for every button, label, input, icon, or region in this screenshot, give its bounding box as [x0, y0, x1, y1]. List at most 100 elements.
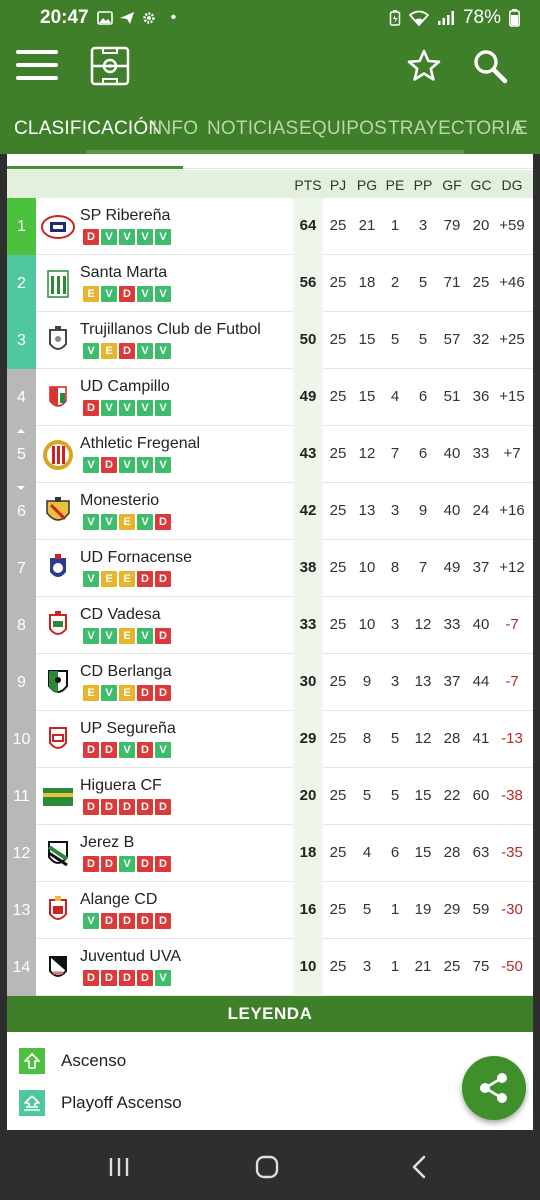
cell-pe: 7: [390, 445, 400, 462]
form-result: D: [83, 970, 99, 986]
form-result: V: [101, 628, 117, 644]
table-row[interactable]: 2 Santa Marta E V D V V 56 25 18 2 5 71 25 +46: [7, 255, 533, 312]
position-badge: 6: [7, 483, 36, 540]
menu-button[interactable]: [16, 50, 58, 82]
team-name[interactable]: CD Vadesa: [80, 606, 161, 624]
form-result: V: [119, 856, 135, 872]
form-result: D: [155, 856, 171, 872]
send-icon: [119, 12, 134, 24]
table-row[interactable]: 3 Trujillanos Club de Futbol V E D V V 50 25 15 5 5…: [7, 312, 533, 369]
team-crest-icon: [49, 896, 67, 920]
table-row[interactable]: 10 UP Segureña D D V D V 29 25 8 5 12 28 41 -13: [7, 711, 533, 768]
table-row[interactable]: 6 Monesterio V V E V D 42 25 13 3 9 40 24 +16: [7, 483, 533, 540]
cell-pe: 5: [390, 730, 400, 747]
column-header-pe[interactable]: PE: [380, 177, 410, 193]
recent-form: EVDVV: [83, 286, 171, 302]
form-result: D: [155, 913, 171, 929]
table-row[interactable]: 7 UD Fornacense V E E D D 38 25 10 8 7 49 37 +12: [7, 540, 533, 597]
team-name[interactable]: UD Campillo: [80, 378, 170, 396]
table-row[interactable]: 12 Jerez B D D V D D 18 25 4 6 15 28 63 -35: [7, 825, 533, 882]
form-result: E: [119, 571, 135, 587]
cell-pe: 4: [390, 388, 400, 405]
team-name[interactable]: Higuera CF: [80, 777, 162, 795]
recent-form: DDDDV: [83, 970, 171, 986]
cell-pts: 33: [299, 616, 317, 633]
cell-pp: 12: [414, 616, 432, 633]
team-crest-icon: [46, 497, 70, 521]
form-result: D: [119, 286, 135, 302]
cell-pj: 25: [329, 388, 347, 405]
hamburger-icon: [16, 50, 58, 54]
team-name[interactable]: Trujillanos Club de Futbol: [80, 321, 261, 339]
tab-clasificacion[interactable]: CLASIFICACIÓN: [14, 118, 162, 140]
column-header-dg[interactable]: DG: [497, 177, 527, 193]
cell-gc: 25: [472, 274, 490, 291]
table-row[interactable]: 11 Higuera CF D D D D D 20 25 5 5 15 22 60 -38: [7, 768, 533, 825]
team-crest-icon: [43, 788, 73, 806]
table-row[interactable]: 8 CD Vadesa V V E V D 33 25 10 3 12 33 40 -7: [7, 597, 533, 654]
search-icon[interactable]: [472, 48, 508, 84]
home-icon[interactable]: [252, 1154, 282, 1180]
cell-pp: 6: [418, 445, 428, 462]
position-badge: 7: [7, 540, 36, 597]
table-row[interactable]: 14 Juventud UVA D D D D V 10 25 3 1 21 25 75 -50: [7, 939, 533, 996]
form-result: V: [137, 343, 153, 359]
table-row[interactable]: 4 UD Campillo D V V V V 49 25 15 4 6 51 36 +15: [7, 369, 533, 426]
form-result: V: [83, 571, 99, 587]
cell-gf: 40: [443, 445, 461, 462]
team-name[interactable]: Alange CD: [80, 891, 157, 909]
tab-info[interactable]: INFO: [152, 118, 198, 140]
team-name[interactable]: Juventud UVA: [80, 948, 181, 966]
tab-noticias[interactable]: NOTICIAS: [207, 118, 298, 140]
recent-apps-icon[interactable]: [104, 1154, 134, 1180]
table-row[interactable]: 9 CD Berlanga E V E D D 30 25 9 3 13 37 44 -7: [7, 654, 533, 711]
form-result: D: [119, 799, 135, 815]
cell-gc: 32: [472, 331, 490, 348]
form-result: D: [101, 742, 117, 758]
column-header-pts[interactable]: PTS: [293, 177, 323, 193]
column-header-pg[interactable]: PG: [352, 177, 382, 193]
column-header-gf[interactable]: GF: [437, 177, 467, 193]
table-row[interactable]: 1 SP Ribereña D V V V V 64 25 21 1 3 79 20 +59: [7, 198, 533, 255]
cell-pe: 3: [390, 616, 400, 633]
table-row[interactable]: 5 Athletic Fregenal V D V V V 43 25 12 7 6 40 33 +7: [7, 426, 533, 483]
team-name[interactable]: SP Ribereña: [80, 207, 170, 225]
share-button[interactable]: [462, 1056, 526, 1120]
cell-pp: 15: [414, 787, 432, 804]
team-name[interactable]: Santa Marta: [80, 264, 167, 282]
table-row[interactable]: 13 Alange CD V D D D D 16 25 5 1 19 29 59 -30: [7, 882, 533, 939]
column-header-gc[interactable]: GC: [466, 177, 496, 193]
column-header-pp[interactable]: PP: [408, 177, 438, 193]
team-crest-icon: [47, 841, 69, 867]
back-icon[interactable]: [405, 1154, 435, 1180]
cell-pp: 19: [414, 901, 432, 918]
team-name[interactable]: UP Segureña: [80, 720, 176, 738]
legend-label: Playoff Ascenso: [61, 1093, 182, 1112]
team-name[interactable]: Monesterio: [80, 492, 159, 510]
cell-pp: 6: [418, 388, 428, 405]
status-notification-icons: •: [96, 9, 176, 27]
recent-form: DDVDV: [83, 742, 171, 758]
cell-gc: 75: [472, 958, 490, 975]
team-crest-icon: [49, 727, 67, 749]
team-name[interactable]: UD Fornacense: [80, 549, 192, 567]
position-number: 9: [17, 673, 26, 691]
team-name[interactable]: Athletic Fregenal: [80, 435, 200, 453]
team-name[interactable]: Jerez B: [80, 834, 134, 852]
app-bar: [0, 36, 540, 98]
column-header-pj[interactable]: PJ: [323, 177, 353, 193]
team-crest-icon: [49, 326, 67, 350]
football-field-icon[interactable]: [90, 46, 130, 86]
tab-trayectoria[interactable]: TRAYECTORIA: [388, 118, 524, 140]
cell-pe: 3: [390, 673, 400, 690]
cell-pg: 9: [362, 673, 372, 690]
team-crest-icon: [50, 554, 66, 577]
form-result: E: [119, 514, 135, 530]
favorite-star-icon[interactable]: [406, 48, 442, 84]
tab-equipos[interactable]: EQUIPOS: [299, 118, 387, 140]
team-name[interactable]: CD Berlanga: [80, 663, 172, 681]
form-result: V: [155, 400, 171, 416]
cell-pp: 13: [414, 673, 432, 690]
legend-title: LEYENDA: [7, 996, 533, 1032]
tab-more[interactable]: E: [515, 118, 528, 140]
